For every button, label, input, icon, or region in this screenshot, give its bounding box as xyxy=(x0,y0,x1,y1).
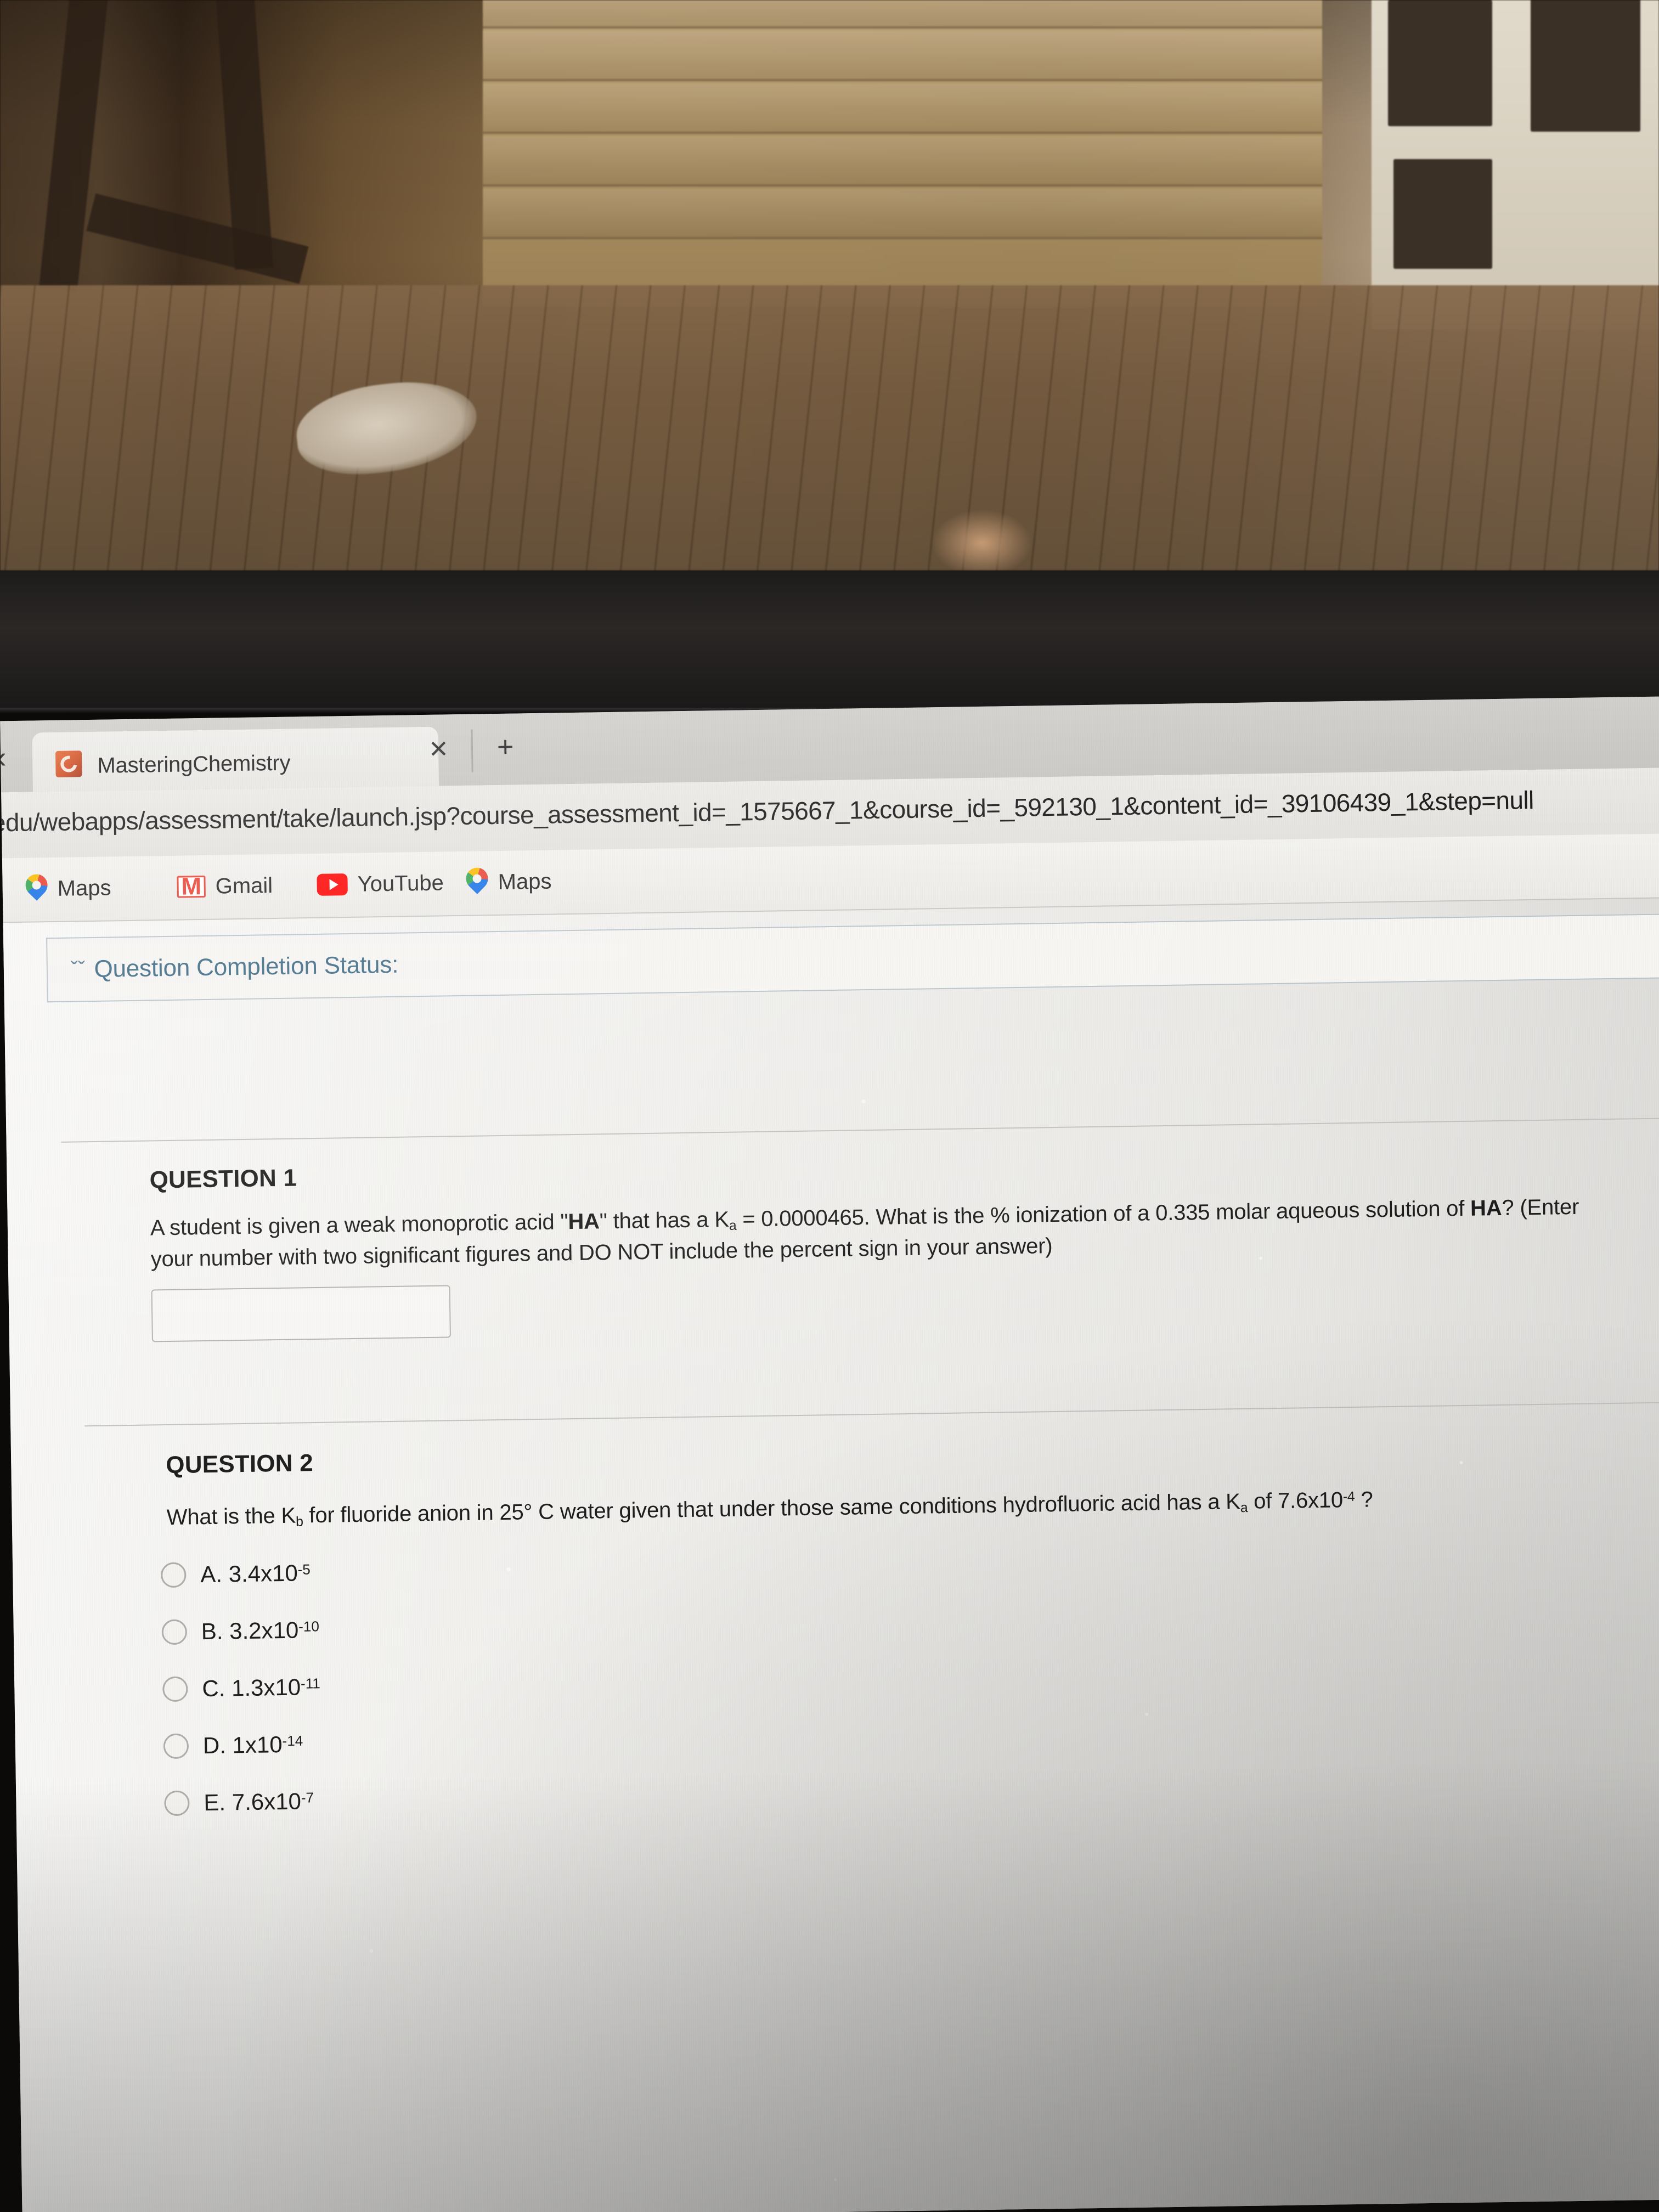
question-1-text: A student is given a weak monoprotic aci… xyxy=(150,1191,1621,1276)
question-completion-status-label: Question Completion Status: xyxy=(94,951,399,983)
choice-exponent: -5 xyxy=(297,1561,311,1578)
new-tab-button[interactable]: + xyxy=(497,731,514,763)
choice-mantissa: 1.3x10 xyxy=(231,1674,301,1701)
wooden-cabinet xyxy=(483,0,1322,307)
radio-button[interactable] xyxy=(160,1562,187,1588)
bookmark-label: YouTube xyxy=(357,870,444,896)
choice-exponent: -10 xyxy=(298,1618,320,1635)
choice-label: C. 1.3x10-11 xyxy=(202,1674,320,1702)
q1-part-2: " that has a K xyxy=(599,1207,730,1234)
choice-d[interactable]: D. 1x10-14 xyxy=(163,1711,1659,1760)
choice-letter: C. xyxy=(202,1675,225,1702)
laptop-bezel xyxy=(0,571,1659,713)
bookmark-maps-2[interactable]: Maps xyxy=(466,865,552,900)
q1-part-1: A student is given a weak monoprotic aci… xyxy=(150,1210,568,1240)
choice-exponent: -11 xyxy=(300,1675,320,1692)
screenshot-root: ‹ MasteringChemistry ✕ + edu/webapps/ass… xyxy=(0,0,1659,2212)
choice-letter: D. xyxy=(202,1732,227,1759)
assessment-content: ˇˇ Question Completion Status: QUESTION … xyxy=(3,898,1659,2212)
question-2-block: QUESTION 2 What is the Kb for fluoride a… xyxy=(160,1430,1659,1848)
choice-mantissa: 1x10 xyxy=(232,1731,283,1758)
question-2-heading: QUESTION 2 xyxy=(165,1449,314,1479)
radio-button[interactable] xyxy=(164,1790,190,1816)
q1-bold-ha-2: HA xyxy=(1470,1195,1502,1221)
choice-letter: A. xyxy=(200,1561,223,1588)
choice-exponent: -14 xyxy=(282,1733,303,1750)
q2-part-4: ? xyxy=(1355,1487,1373,1512)
q2-part-3: of 7.6x10 xyxy=(1247,1488,1344,1514)
mastering-chemistry-favicon xyxy=(55,751,82,777)
bookmark-maps-1[interactable]: Maps xyxy=(25,871,111,906)
question-2-text: What is the Kb for fluoride anion in 25°… xyxy=(166,1481,1593,1534)
laptop-screen: ‹ MasteringChemistry ✕ + edu/webapps/ass… xyxy=(0,696,1659,2212)
choice-b[interactable]: B. 3.2x10-10 xyxy=(161,1597,1659,1646)
white-shelf xyxy=(1372,0,1659,329)
radio-button[interactable] xyxy=(163,1733,189,1759)
choice-a[interactable]: A. 3.4x10-5 xyxy=(160,1540,1659,1589)
choice-c[interactable]: C. 1.3x10-11 xyxy=(162,1654,1659,1703)
question-1-block: QUESTION 1 A student is given a weak mon… xyxy=(149,1144,1655,1342)
wood-floor xyxy=(0,285,1659,571)
browser-tab[interactable]: MasteringChemistry xyxy=(32,726,439,792)
divider xyxy=(61,1118,1659,1143)
foot-blur xyxy=(933,510,1031,571)
bookmark-label: Gmail xyxy=(215,873,273,899)
q1-part-3: = 0.0000465. What is the % ionization of… xyxy=(736,1196,1471,1232)
back-chevron-icon[interactable]: ‹ xyxy=(0,740,18,774)
q2-part-2: for fluoride anion in 25° C water given … xyxy=(303,1489,1241,1528)
q2-sup-exp: -4 xyxy=(1342,1489,1355,1505)
choice-letter: B. xyxy=(201,1618,223,1645)
gmail-icon xyxy=(177,875,206,898)
choice-label: B. 3.2x10-10 xyxy=(201,1617,319,1645)
choice-exponent: -7 xyxy=(301,1789,314,1807)
q2-sub-a: a xyxy=(1240,1500,1248,1516)
tab-title: MasteringChemistry xyxy=(97,751,291,778)
close-icon[interactable]: ✕ xyxy=(428,735,449,764)
q2-sub-b: b xyxy=(295,1514,303,1530)
bookmark-gmail[interactable]: Gmail xyxy=(177,868,273,904)
choice-e[interactable]: E. 7.6x10-7 xyxy=(164,1768,1659,1817)
youtube-icon xyxy=(317,873,348,896)
choice-mantissa: 7.6x10 xyxy=(232,1788,302,1815)
question-2-choices: A. 3.4x10-5 B. 3.2x10-10 C. 1.3x10-11 D.… xyxy=(160,1540,1659,1817)
bookmark-label: Maps xyxy=(498,869,552,894)
q2-part-1: What is the K xyxy=(166,1503,296,1530)
google-maps-pin-icon xyxy=(25,874,48,904)
chevron-down-icon[interactable]: ˇˇ xyxy=(71,957,86,981)
choice-mantissa: 3.2x10 xyxy=(229,1617,299,1644)
question-1-heading: QUESTION 1 xyxy=(149,1164,297,1194)
radio-button[interactable] xyxy=(162,1676,188,1702)
radio-button[interactable] xyxy=(161,1619,188,1645)
q1-bold-ha-1: HA xyxy=(568,1209,600,1234)
bookmark-label: Maps xyxy=(57,875,111,901)
choice-label: D. 1x10-14 xyxy=(203,1731,303,1759)
tab-separator xyxy=(471,729,473,772)
google-maps-pin-icon xyxy=(466,867,488,898)
q1-sub-a: a xyxy=(729,1218,737,1234)
question-completion-status-bar[interactable]: ˇˇ Question Completion Status: xyxy=(46,913,1659,1003)
choice-label: E. 7.6x10-7 xyxy=(204,1788,314,1816)
bookmark-youtube[interactable]: YouTube xyxy=(317,866,444,901)
url-text: edu/webapps/assessment/take/launch.jsp?c… xyxy=(0,785,1534,837)
divider xyxy=(84,1402,1659,1427)
question-1-answer-input[interactable] xyxy=(151,1285,451,1342)
room-background-photo xyxy=(0,0,1659,571)
choice-label: A. 3.4x10-5 xyxy=(200,1560,311,1588)
choice-mantissa: 3.4x10 xyxy=(228,1560,298,1587)
choice-letter: E. xyxy=(204,1789,226,1816)
